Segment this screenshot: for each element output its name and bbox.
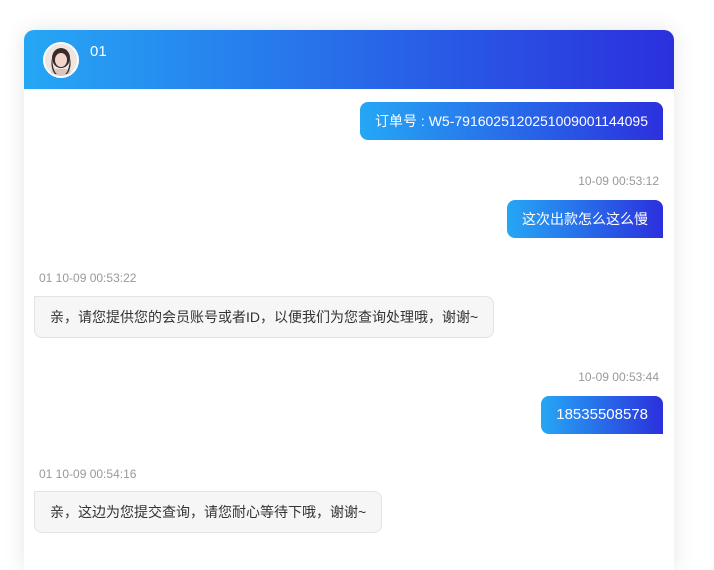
agent-message-meta: 01 10-09 00:53:22 [39, 271, 137, 285]
message-list: 订单号 : W5-79160251202510090011440​95 10-0… [24, 89, 674, 570]
outgoing-message-account: 18535508578 [541, 396, 663, 434]
chat-window: 01 订单号 : W5-79160251202510090011440​95 1… [24, 30, 674, 570]
user-avatar-icon[interactable] [43, 42, 79, 78]
outgoing-message: 这次出款怎么这么慢 [507, 200, 663, 238]
incoming-message: 亲，这边为您提交查询，请您耐心等待下哦，谢谢~ [34, 491, 383, 533]
agent-message-meta: 01 10-09 00:54:16 [39, 467, 137, 481]
outgoing-message-order-number: 订单号 : W5-79160251202510090011440​95 [360, 102, 663, 140]
chat-header: 01 [24, 30, 674, 89]
contact-name: 01 [90, 43, 107, 60]
incoming-message: 亲，请您提供您的会员账号或者ID，以便我们为您查询处理哦，谢谢~ [34, 296, 495, 338]
message-timestamp: 10-09 00:53:44 [578, 370, 659, 384]
message-timestamp: 10-09 00:53:12 [578, 174, 659, 188]
